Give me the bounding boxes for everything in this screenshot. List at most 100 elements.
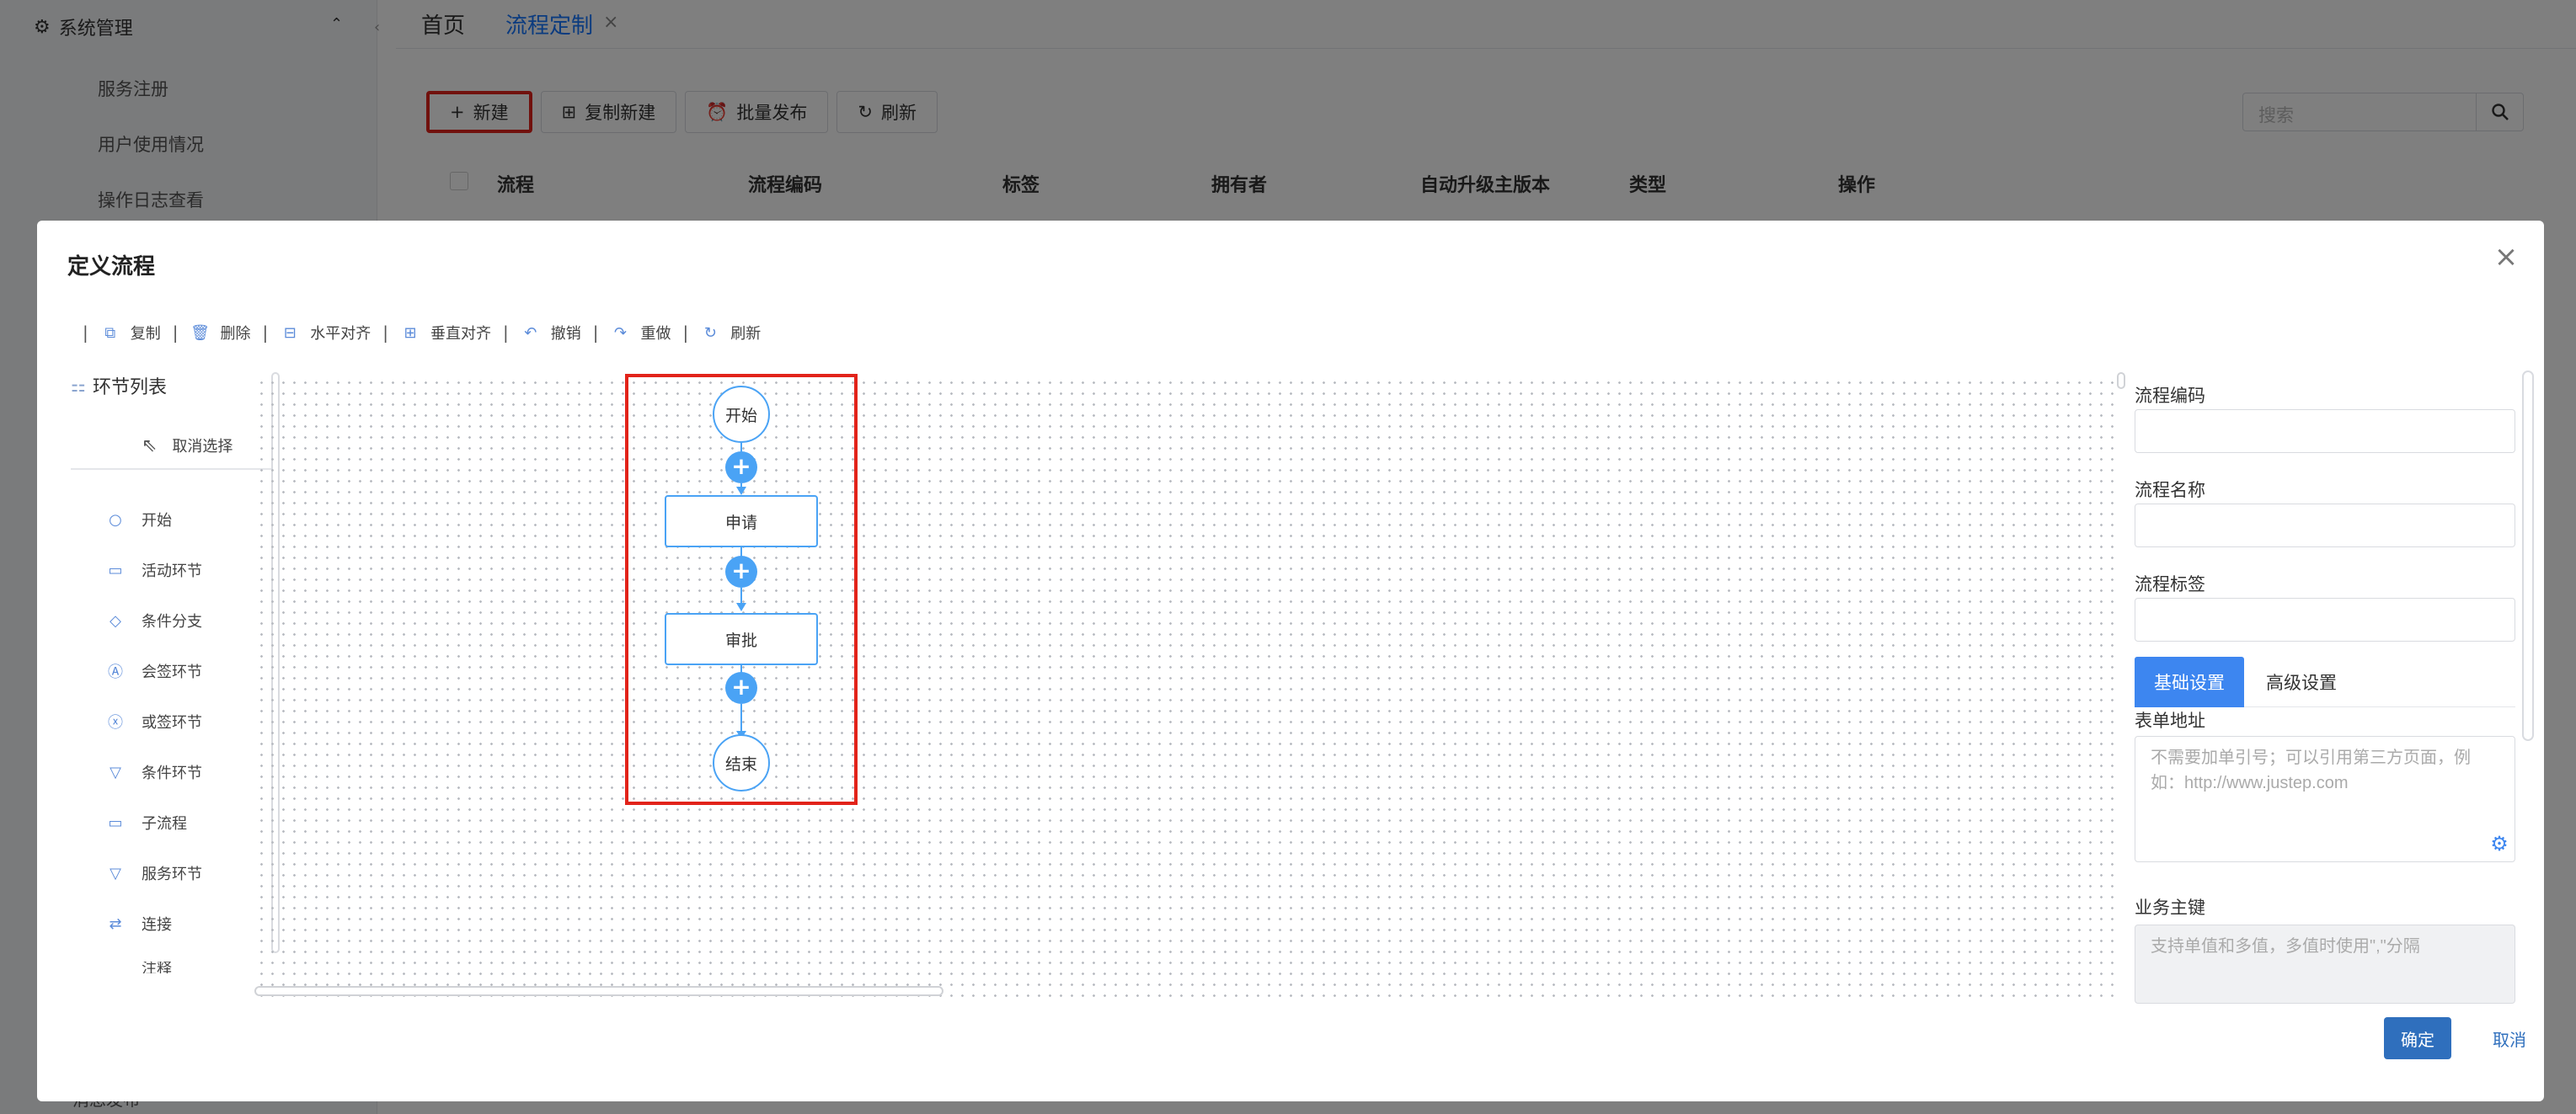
palette-item-label: 开始 — [142, 512, 172, 530]
process-name-input[interactable] — [2135, 504, 2515, 547]
editor-toolbar: | ⧉ 复制 | 🗑 删除 | ⊟ 水平对齐 | ⊞ 垂直对齐 | ↶ 撤销 |… — [71, 322, 761, 344]
canvas-vertical-scrollbar[interactable] — [2117, 372, 2125, 389]
flow-node-start[interactable]: 开始 — [713, 386, 770, 443]
align-horizontal-label: 水平对齐 — [310, 325, 371, 343]
diamond-icon: ◇ — [110, 611, 121, 630]
palette-item-label: 会签环节 — [142, 664, 202, 681]
form-url-textarea[interactable]: 不需要加单引号；可以引用第三方页面，例如：http://www.justep.c… — [2135, 736, 2515, 862]
cancel-button[interactable]: 取消 — [2480, 1017, 2539, 1059]
rounded-rect-icon: ▭ — [108, 813, 123, 832]
triangle-down-icon: ▽ — [110, 763, 121, 781]
palette-item-service[interactable]: ▽ 服务环节 — [110, 862, 202, 884]
flow-node-apply[interactable]: 申请 — [665, 495, 818, 547]
palette-header: ⚏ 环节列表 — [71, 372, 167, 399]
palette-title: 环节列表 — [92, 377, 167, 398]
copy-label: 复制 — [130, 325, 161, 343]
canvas-horizontal-scrollbar[interactable] — [254, 986, 943, 996]
palette-item-subprocess[interactable]: ▭ 子流程 — [108, 812, 187, 834]
palette-item-label: 服务环节 — [142, 866, 202, 883]
palette-divider — [71, 468, 271, 470]
close-icon[interactable]: × — [2493, 243, 2519, 271]
process-code-label: 流程编码 — [2135, 386, 2205, 406]
tab-basic-settings[interactable]: 基础设置 — [2135, 657, 2244, 707]
align-vertical-button[interactable]: ⊞ 垂直对齐 — [400, 322, 491, 344]
palette-item-label: 条件环节 — [142, 765, 202, 782]
align-horizontal-button[interactable]: ⊟ 水平对齐 — [280, 322, 371, 344]
undo-button[interactable]: ↶ 撤销 — [521, 322, 581, 344]
connect-icon: ⇄ — [109, 914, 122, 933]
palette-item-label: 连接 — [142, 916, 172, 934]
flow-highlight-box: 开始 + 申请 + 审批 + 结束 — [625, 374, 858, 805]
palette-item-label: 注释 — [142, 962, 172, 973]
tab-advanced-settings[interactable]: 高级设置 — [2244, 657, 2359, 707]
toolbar-divider: | — [503, 322, 509, 343]
business-key-placeholder: 支持单值和多值，多值时使用","分隔 — [2151, 937, 2420, 956]
process-properties-panel: 流程编码 流程名称 流程标签 基础设置 高级设置 表单地址 不需要加单引号；可以… — [2135, 372, 2522, 1004]
palette-item-countersign[interactable]: Ⓐ 会签环节 — [108, 660, 202, 682]
refresh-canvas-button[interactable]: ↻ 刷新 — [700, 322, 762, 344]
refresh-icon: ↻ — [703, 323, 717, 342]
palette-item-condition-branch[interactable]: ◇ 条件分支 — [110, 610, 202, 632]
undo-icon: ↶ — [524, 323, 537, 342]
redo-icon: ↷ — [613, 323, 628, 342]
toolbar-divider: | — [262, 322, 269, 343]
process-code-input[interactable] — [2135, 409, 2515, 453]
palette-item-comment[interactable]: ● 注释 — [142, 962, 172, 973]
flow-edge — [740, 704, 742, 734]
undo-label: 撤销 — [550, 325, 581, 343]
flow-canvas[interactable]: 开始 + 申请 + 审批 + 结束 — [254, 374, 2116, 997]
add-node-button[interactable]: + — [725, 672, 757, 704]
process-name-label: 流程名称 — [2135, 480, 2205, 500]
dialog-title: 定义流程 — [67, 254, 156, 280]
business-key-label: 业务主键 — [2135, 898, 2205, 918]
cursor-icon: ⇖ — [142, 434, 158, 456]
palette-item-label: 子流程 — [142, 815, 187, 833]
confirm-button[interactable]: 确定 — [2384, 1017, 2451, 1059]
toolbar-divider: | — [83, 322, 88, 343]
flow-edge — [740, 588, 742, 605]
add-node-button[interactable]: + — [725, 556, 757, 588]
align-vertical-label: 垂直对齐 — [430, 325, 491, 343]
copy-icon: ⧉ — [104, 323, 116, 342]
form-url-placeholder: 不需要加单引号；可以引用第三方页面，例如：http://www.justep.c… — [2151, 749, 2471, 792]
redo-button[interactable]: ↷ 重做 — [611, 322, 671, 344]
arrow-down-icon — [736, 487, 746, 495]
palette-item-label: 或签环节 — [142, 714, 202, 732]
properties-scrollbar[interactable] — [2522, 370, 2534, 741]
business-key-input[interactable]: 支持单值和多值，多值时使用","分隔 — [2135, 925, 2515, 1004]
trash-icon: 🗑 — [190, 323, 210, 342]
toolbar-divider: | — [172, 322, 179, 343]
circle-icon: ○ — [109, 510, 122, 529]
settings-tabs: 基础设置 高级设置 — [2135, 657, 2515, 707]
redo-label: 重做 — [640, 325, 671, 343]
toolbar-divider: | — [592, 322, 599, 343]
process-tag-input[interactable] — [2135, 598, 2515, 642]
align-vertical-icon: ⊞ — [404, 323, 417, 342]
flow-node-end[interactable]: 结束 — [713, 734, 770, 792]
node-palette: ⚏ 环节列表 ⇖ 取消选择 ○ 开始 ▭ 活动环节 ◇ 条件分支 Ⓐ 会签环节 … — [71, 372, 280, 995]
palette-item-label: 活动环节 — [142, 562, 202, 580]
define-process-dialog: 定义流程 × | ⧉ 复制 | 🗑 删除 | ⊟ 水平对齐 | ⊞ 垂直对齐 |… — [37, 221, 2544, 1101]
rectangle-icon: ▭ — [108, 561, 123, 579]
align-horizontal-icon: ⊟ — [283, 323, 297, 342]
cancel-selection-button[interactable]: ⇖ 取消选择 — [108, 434, 232, 456]
gear-icon[interactable]: ⚙ — [2489, 834, 2509, 855]
delete-label: 删除 — [220, 325, 251, 343]
palette-item-start[interactable]: ○ 开始 — [109, 509, 172, 530]
node-list-icon: ⚏ — [71, 376, 86, 396]
palette-item-condition-node[interactable]: ▽ 条件环节 — [110, 761, 202, 783]
toolbar-divider: | — [682, 322, 689, 343]
triangle-down-icon: ▽ — [110, 864, 121, 882]
circle-a-icon: Ⓐ — [108, 664, 123, 681]
palette-item-connect[interactable]: ⇄ 连接 — [109, 913, 172, 935]
palette-item-or-sign[interactable]: ⓧ 或签环节 — [108, 711, 202, 733]
form-url-label: 表单地址 — [2135, 711, 2205, 731]
flow-node-approve[interactable]: 审批 — [665, 613, 818, 665]
palette-item-label: 条件分支 — [142, 613, 202, 631]
circle-x-icon: ⓧ — [108, 714, 123, 732]
delete-button[interactable]: 🗑 删除 — [190, 322, 251, 344]
refresh-canvas-label: 刷新 — [730, 325, 762, 343]
copy-button[interactable]: ⧉ 复制 — [100, 322, 161, 344]
palette-item-activity[interactable]: ▭ 活动环节 — [108, 559, 202, 581]
add-node-button[interactable]: + — [725, 451, 757, 483]
